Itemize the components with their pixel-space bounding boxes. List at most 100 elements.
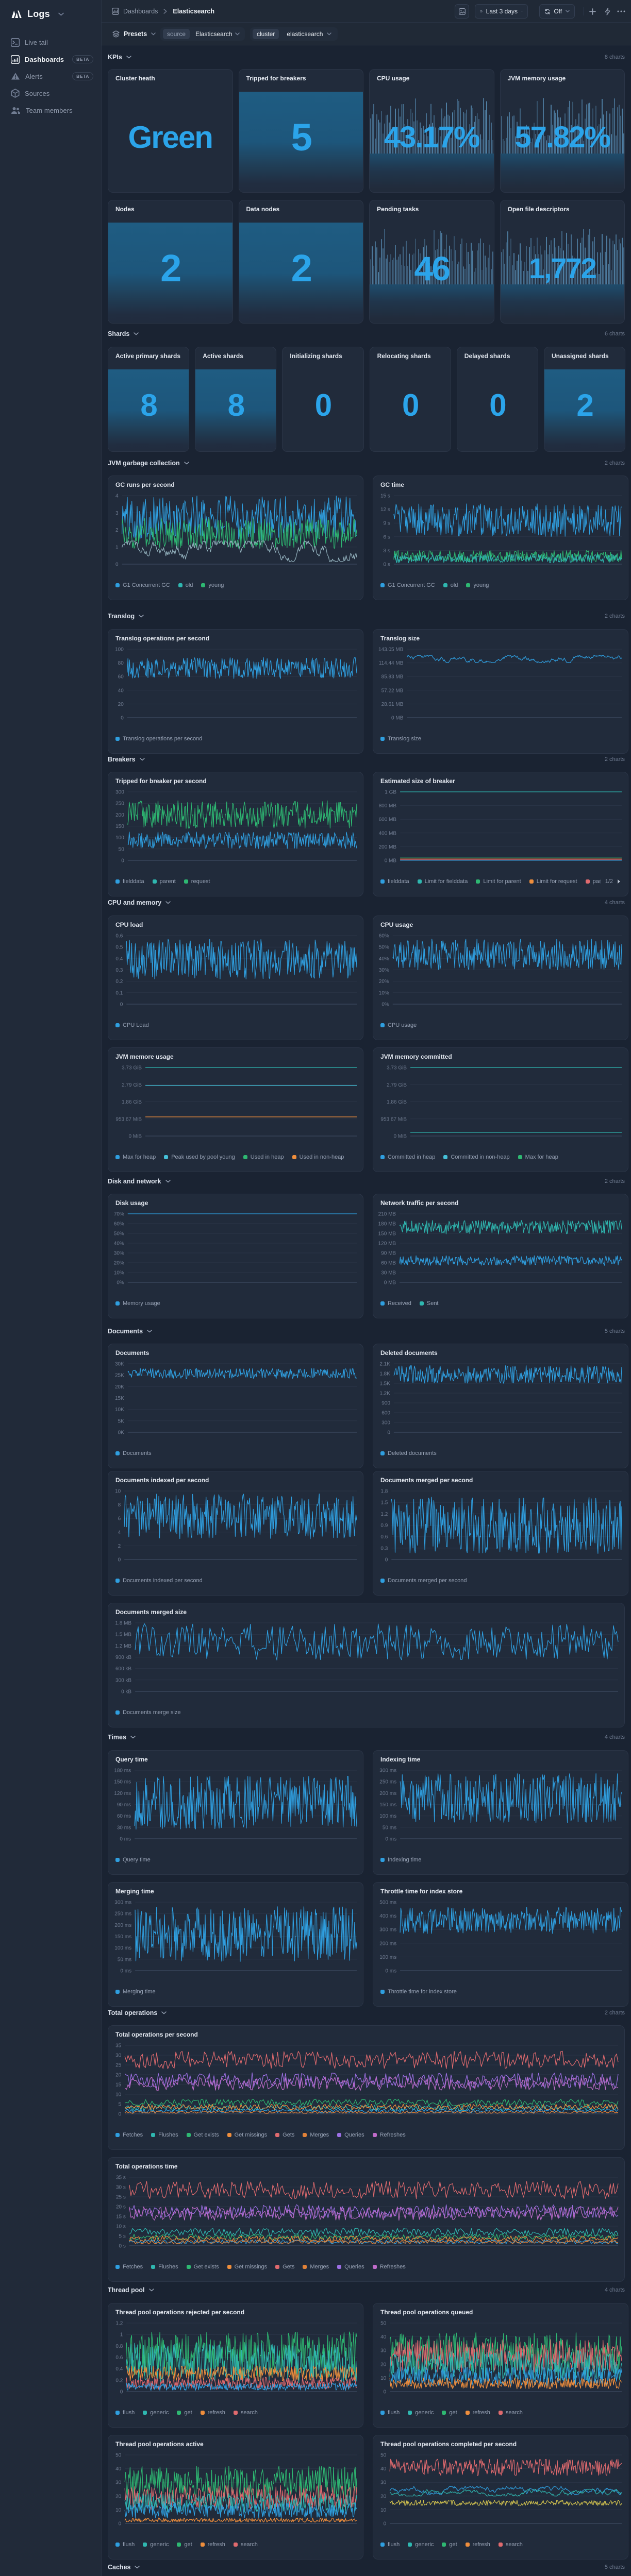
svg-text:10%: 10% xyxy=(379,990,389,996)
svg-text:0 MiB: 0 MiB xyxy=(393,1134,407,1140)
svg-text:0.3: 0.3 xyxy=(115,968,123,973)
svg-text:0: 0 xyxy=(115,562,119,568)
svg-text:85.83 MB: 85.83 MB xyxy=(381,674,404,680)
svg-text:0 ms: 0 ms xyxy=(385,1969,396,1974)
svg-text:57.22 MB: 57.22 MB xyxy=(381,688,404,693)
svg-text:20 s: 20 s xyxy=(116,2205,126,2210)
svg-text:1.5: 1.5 xyxy=(380,1500,388,1506)
svg-text:30: 30 xyxy=(115,2053,122,2059)
svg-text:300 ms: 300 ms xyxy=(379,1768,396,1774)
svg-text:1.2: 1.2 xyxy=(115,2321,123,2327)
svg-text:0.4: 0.4 xyxy=(115,2366,123,2372)
svg-text:70%: 70% xyxy=(114,1212,124,1217)
svg-text:200 MB: 200 MB xyxy=(379,844,397,850)
svg-text:30: 30 xyxy=(380,2348,387,2354)
svg-text:60 MB: 60 MB xyxy=(381,1261,396,1266)
svg-text:1.86 GiB: 1.86 GiB xyxy=(122,1099,142,1105)
svg-text:40%: 40% xyxy=(379,956,389,962)
svg-text:50: 50 xyxy=(380,2321,387,2327)
svg-text:300: 300 xyxy=(115,790,124,795)
svg-text:0: 0 xyxy=(119,2112,122,2117)
svg-text:30 MB: 30 MB xyxy=(381,1270,396,1276)
svg-text:0.2: 0.2 xyxy=(115,979,123,985)
svg-text:3 s: 3 s xyxy=(384,548,390,554)
svg-text:15: 15 xyxy=(115,2082,122,2088)
svg-text:900: 900 xyxy=(381,1401,390,1406)
svg-text:35: 35 xyxy=(115,2043,122,2049)
svg-text:0: 0 xyxy=(120,2389,123,2395)
svg-text:3.73 GiB: 3.73 GiB xyxy=(122,1065,142,1071)
svg-text:20K: 20K xyxy=(115,1384,124,1390)
svg-text:50 ms: 50 ms xyxy=(118,1957,131,1962)
svg-text:200 ms: 200 ms xyxy=(114,1923,131,1928)
svg-text:143.05 MB: 143.05 MB xyxy=(378,647,404,653)
svg-text:0 MB: 0 MB xyxy=(391,716,404,721)
svg-text:80: 80 xyxy=(118,660,124,666)
svg-text:0 s: 0 s xyxy=(119,2244,126,2249)
svg-text:0.5: 0.5 xyxy=(115,945,123,951)
svg-text:600 kB: 600 kB xyxy=(115,1666,131,1672)
svg-text:0.6: 0.6 xyxy=(115,2355,123,2361)
svg-text:1.5K: 1.5K xyxy=(379,1381,390,1387)
svg-text:400 MB: 400 MB xyxy=(379,831,397,836)
svg-text:100: 100 xyxy=(115,647,124,653)
svg-text:4: 4 xyxy=(118,1530,121,1535)
svg-text:20: 20 xyxy=(380,2362,387,2367)
svg-text:10: 10 xyxy=(115,1489,121,1495)
svg-text:40: 40 xyxy=(115,2466,122,2472)
svg-text:0: 0 xyxy=(118,1557,121,1563)
svg-text:10: 10 xyxy=(115,2507,122,2513)
svg-text:2.79 GiB: 2.79 GiB xyxy=(387,1082,407,1088)
svg-text:12 s: 12 s xyxy=(380,507,390,513)
svg-text:50 ms: 50 ms xyxy=(383,1825,396,1831)
svg-text:0: 0 xyxy=(121,716,124,721)
svg-text:150 ms: 150 ms xyxy=(379,1802,396,1808)
svg-text:40%: 40% xyxy=(114,1241,124,1247)
svg-text:150 ms: 150 ms xyxy=(114,1934,131,1940)
svg-text:20: 20 xyxy=(118,702,124,707)
svg-text:30 s: 30 s xyxy=(116,2185,126,2191)
svg-text:0 kB: 0 kB xyxy=(121,1689,131,1695)
svg-text:0: 0 xyxy=(120,1002,123,1008)
svg-text:953.67 MiB: 953.67 MiB xyxy=(380,1116,407,1122)
svg-text:0.3: 0.3 xyxy=(380,1546,388,1551)
svg-text:25K: 25K xyxy=(115,1373,124,1379)
svg-text:30: 30 xyxy=(380,2480,387,2486)
svg-text:1.8: 1.8 xyxy=(380,1489,388,1495)
svg-text:600: 600 xyxy=(381,1411,390,1416)
svg-text:180 ms: 180 ms xyxy=(114,1768,131,1774)
svg-text:0 ms: 0 ms xyxy=(120,1969,131,1974)
svg-text:1.5 MB: 1.5 MB xyxy=(115,1632,131,1638)
svg-text:250 ms: 250 ms xyxy=(379,1780,396,1785)
svg-text:200 ms: 200 ms xyxy=(379,1791,396,1797)
svg-text:15 s: 15 s xyxy=(116,2214,126,2220)
svg-text:6 s: 6 s xyxy=(384,534,390,540)
svg-text:0K: 0K xyxy=(118,1430,125,1436)
svg-text:953.67 MiB: 953.67 MiB xyxy=(115,1116,142,1122)
svg-text:0.6: 0.6 xyxy=(380,1534,388,1540)
svg-text:0 MB: 0 MB xyxy=(384,1280,396,1286)
svg-text:1: 1 xyxy=(115,545,119,550)
svg-text:100 ms: 100 ms xyxy=(379,1814,396,1819)
svg-text:0 MiB: 0 MiB xyxy=(128,1134,142,1140)
svg-text:20: 20 xyxy=(115,2073,122,2078)
svg-text:120 MB: 120 MB xyxy=(378,1241,396,1247)
svg-text:10: 10 xyxy=(380,2376,387,2381)
svg-text:60%: 60% xyxy=(379,934,389,939)
svg-text:0: 0 xyxy=(121,858,124,864)
svg-text:60 ms: 60 ms xyxy=(117,1814,131,1819)
svg-text:40: 40 xyxy=(118,688,124,693)
svg-text:800 MB: 800 MB xyxy=(379,803,397,809)
svg-text:50: 50 xyxy=(119,846,125,852)
svg-text:200 ms: 200 ms xyxy=(379,1941,396,1946)
svg-text:600 MB: 600 MB xyxy=(379,817,397,823)
svg-text:10: 10 xyxy=(115,2092,122,2098)
svg-text:5K: 5K xyxy=(118,1418,125,1424)
svg-text:0.1: 0.1 xyxy=(115,990,123,996)
svg-text:8: 8 xyxy=(118,1502,121,1508)
svg-text:0.8: 0.8 xyxy=(115,2344,123,2349)
svg-text:0%: 0% xyxy=(117,1280,124,1286)
svg-text:1: 1 xyxy=(120,2332,123,2338)
svg-text:1.86 GiB: 1.86 GiB xyxy=(387,1099,407,1105)
svg-text:0.9: 0.9 xyxy=(380,1523,388,1529)
